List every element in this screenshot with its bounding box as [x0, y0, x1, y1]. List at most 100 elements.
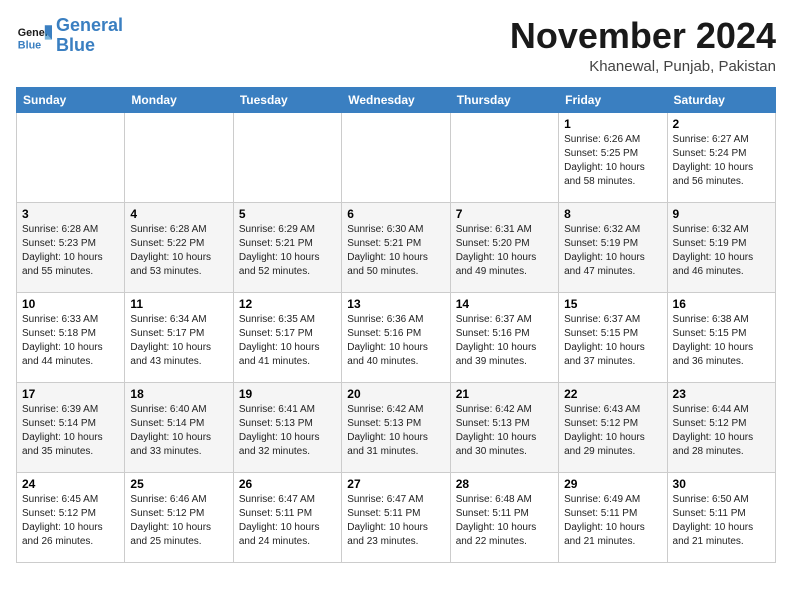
day-info: Sunrise: 6:30 AMSunset: 5:21 PMDaylight:… — [347, 223, 444, 279]
day-number: 3 — [22, 207, 119, 221]
day-info: Sunrise: 6:36 AMSunset: 5:16 PMDaylight:… — [347, 313, 444, 369]
day-info: Sunrise: 6:44 AMSunset: 5:12 PMDaylight:… — [673, 403, 770, 459]
col-header-monday: Monday — [125, 87, 233, 112]
day-info: Sunrise: 6:28 AMSunset: 5:23 PMDaylight:… — [22, 223, 119, 279]
calendar-cell: 25 Sunrise: 6:46 AMSunset: 5:12 PMDayligh… — [125, 472, 233, 562]
day-info: Sunrise: 6:29 AMSunset: 5:21 PMDaylight:… — [239, 223, 336, 279]
day-info: Sunrise: 6:28 AMSunset: 5:22 PMDaylight:… — [130, 223, 227, 279]
day-number: 19 — [239, 387, 336, 401]
day-info: Sunrise: 6:43 AMSunset: 5:12 PMDaylight:… — [564, 403, 661, 459]
day-info: Sunrise: 6:26 AMSunset: 5:25 PMDaylight:… — [564, 133, 661, 189]
calendar-cell — [342, 112, 450, 202]
calendar-cell: 20 Sunrise: 6:42 AMSunset: 5:13 PMDayligh… — [342, 382, 450, 472]
calendar-cell: 29 Sunrise: 6:49 AMSunset: 5:11 PMDayligh… — [559, 472, 667, 562]
day-number: 10 — [22, 297, 119, 311]
day-info: Sunrise: 6:47 AMSunset: 5:11 PMDaylight:… — [347, 493, 444, 549]
calendar-cell: 3 Sunrise: 6:28 AMSunset: 5:23 PMDaylight… — [17, 202, 125, 292]
calendar-cell: 11Sunrise: 6:34 AMSunset: 5:17 PMDayligh… — [125, 292, 233, 382]
logo-general: General — [56, 15, 123, 35]
calendar-cell: 15 Sunrise: 6:37 AMSunset: 5:15 PMDayligh… — [559, 292, 667, 382]
day-number: 9 — [673, 207, 770, 221]
calendar-cell: 14Sunrise: 6:37 AMSunset: 5:16 PMDayligh… — [450, 292, 558, 382]
day-number: 30 — [673, 477, 770, 491]
calendar-cell: 9 Sunrise: 6:32 AMSunset: 5:19 PMDaylight… — [667, 202, 775, 292]
calendar-cell: 4 Sunrise: 6:28 AMSunset: 5:22 PMDaylight… — [125, 202, 233, 292]
calendar-cell — [233, 112, 341, 202]
day-number: 8 — [564, 207, 661, 221]
day-info: Sunrise: 6:45 AMSunset: 5:12 PMDaylight:… — [22, 493, 119, 549]
calendar-cell — [450, 112, 558, 202]
calendar-week-4: 17 Sunrise: 6:39 AMSunset: 5:14 PMDayligh… — [17, 382, 776, 472]
day-info: Sunrise: 6:37 AMSunset: 5:16 PMDaylight:… — [456, 313, 553, 369]
day-info: Sunrise: 6:40 AMSunset: 5:14 PMDaylight:… — [130, 403, 227, 459]
calendar-cell: 18 Sunrise: 6:40 AMSunset: 5:14 PMDayligh… — [125, 382, 233, 472]
day-info: Sunrise: 6:41 AMSunset: 5:13 PMDaylight:… — [239, 403, 336, 459]
calendar-cell: 13 Sunrise: 6:36 AMSunset: 5:16 PMDayligh… — [342, 292, 450, 382]
day-number: 26 — [239, 477, 336, 491]
svg-text:Blue: Blue — [18, 39, 41, 51]
calendar-cell: 16Sunrise: 6:38 AMSunset: 5:15 PMDayligh… — [667, 292, 775, 382]
day-info: Sunrise: 6:42 AMSunset: 5:13 PMDaylight:… — [456, 403, 553, 459]
calendar-cell: 7Sunrise: 6:31 AMSunset: 5:20 PMDaylight… — [450, 202, 558, 292]
col-header-thursday: Thursday — [450, 87, 558, 112]
day-number: 4 — [130, 207, 227, 221]
col-header-friday: Friday — [559, 87, 667, 112]
calendar-cell: 8 Sunrise: 6:32 AMSunset: 5:19 PMDaylight… — [559, 202, 667, 292]
calendar-cell: 5 Sunrise: 6:29 AMSunset: 5:21 PMDaylight… — [233, 202, 341, 292]
col-header-wednesday: Wednesday — [342, 87, 450, 112]
day-info: Sunrise: 6:50 AMSunset: 5:11 PMDaylight:… — [673, 493, 770, 549]
day-number: 20 — [347, 387, 444, 401]
calendar-cell: 26 Sunrise: 6:47 AMSunset: 5:11 PMDayligh… — [233, 472, 341, 562]
day-number: 13 — [347, 297, 444, 311]
calendar-cell: 6 Sunrise: 6:30 AMSunset: 5:21 PMDaylight… — [342, 202, 450, 292]
day-info: Sunrise: 6:32 AMSunset: 5:19 PMDaylight:… — [673, 223, 770, 279]
col-header-tuesday: Tuesday — [233, 87, 341, 112]
day-info: Sunrise: 6:35 AMSunset: 5:17 PMDaylight:… — [239, 313, 336, 369]
col-header-sunday: Sunday — [17, 87, 125, 112]
calendar-table: SundayMondayTuesdayWednesdayThursdayFrid… — [16, 87, 776, 563]
day-number: 22 — [564, 387, 661, 401]
logo-text: General Blue — [56, 16, 123, 56]
day-number: 6 — [347, 207, 444, 221]
calendar-cell: 28Sunrise: 6:48 AMSunset: 5:11 PMDayligh… — [450, 472, 558, 562]
page-header: General Blue General Blue November 2024 … — [16, 16, 776, 75]
day-number: 2 — [673, 117, 770, 131]
day-info: Sunrise: 6:46 AMSunset: 5:12 PMDaylight:… — [130, 493, 227, 549]
calendar-week-1: 1 Sunrise: 6:26 AMSunset: 5:25 PMDaylight… — [17, 112, 776, 202]
calendar-week-5: 24 Sunrise: 6:45 AMSunset: 5:12 PMDayligh… — [17, 472, 776, 562]
day-number: 28 — [456, 477, 553, 491]
day-number: 29 — [564, 477, 661, 491]
day-number: 27 — [347, 477, 444, 491]
day-info: Sunrise: 6:47 AMSunset: 5:11 PMDaylight:… — [239, 493, 336, 549]
calendar-cell: 2 Sunrise: 6:27 AMSunset: 5:24 PMDaylight… — [667, 112, 775, 202]
day-info: Sunrise: 6:49 AMSunset: 5:11 PMDaylight:… — [564, 493, 661, 549]
day-info: Sunrise: 6:39 AMSunset: 5:14 PMDaylight:… — [22, 403, 119, 459]
day-number: 1 — [564, 117, 661, 131]
day-number: 18 — [130, 387, 227, 401]
day-number: 25 — [130, 477, 227, 491]
calendar-cell: 30 Sunrise: 6:50 AMSunset: 5:11 PMDayligh… — [667, 472, 775, 562]
calendar-cell: 23 Sunrise: 6:44 AMSunset: 5:12 PMDayligh… — [667, 382, 775, 472]
day-number: 17 — [22, 387, 119, 401]
day-info: Sunrise: 6:33 AMSunset: 5:18 PMDaylight:… — [22, 313, 119, 369]
calendar-week-3: 10 Sunrise: 6:33 AMSunset: 5:18 PMDayligh… — [17, 292, 776, 382]
col-header-saturday: Saturday — [667, 87, 775, 112]
day-number: 15 — [564, 297, 661, 311]
day-info: Sunrise: 6:42 AMSunset: 5:13 PMDaylight:… — [347, 403, 444, 459]
day-number: 7 — [456, 207, 553, 221]
calendar-week-2: 3 Sunrise: 6:28 AMSunset: 5:23 PMDaylight… — [17, 202, 776, 292]
title-block: November 2024 Khanewal, Punjab, Pakistan — [510, 16, 776, 75]
calendar-cell — [125, 112, 233, 202]
logo: General Blue General Blue — [16, 16, 123, 56]
day-number: 5 — [239, 207, 336, 221]
calendar-cell: 17 Sunrise: 6:39 AMSunset: 5:14 PMDayligh… — [17, 382, 125, 472]
day-number: 23 — [673, 387, 770, 401]
day-info: Sunrise: 6:27 AMSunset: 5:24 PMDaylight:… — [673, 133, 770, 189]
day-info: Sunrise: 6:37 AMSunset: 5:15 PMDaylight:… — [564, 313, 661, 369]
calendar-cell: 27 Sunrise: 6:47 AMSunset: 5:11 PMDayligh… — [342, 472, 450, 562]
month-title: November 2024 — [510, 16, 776, 56]
calendar-header-row: SundayMondayTuesdayWednesdayThursdayFrid… — [17, 87, 776, 112]
day-number: 24 — [22, 477, 119, 491]
day-number: 16 — [673, 297, 770, 311]
day-info: Sunrise: 6:32 AMSunset: 5:19 PMDaylight:… — [564, 223, 661, 279]
